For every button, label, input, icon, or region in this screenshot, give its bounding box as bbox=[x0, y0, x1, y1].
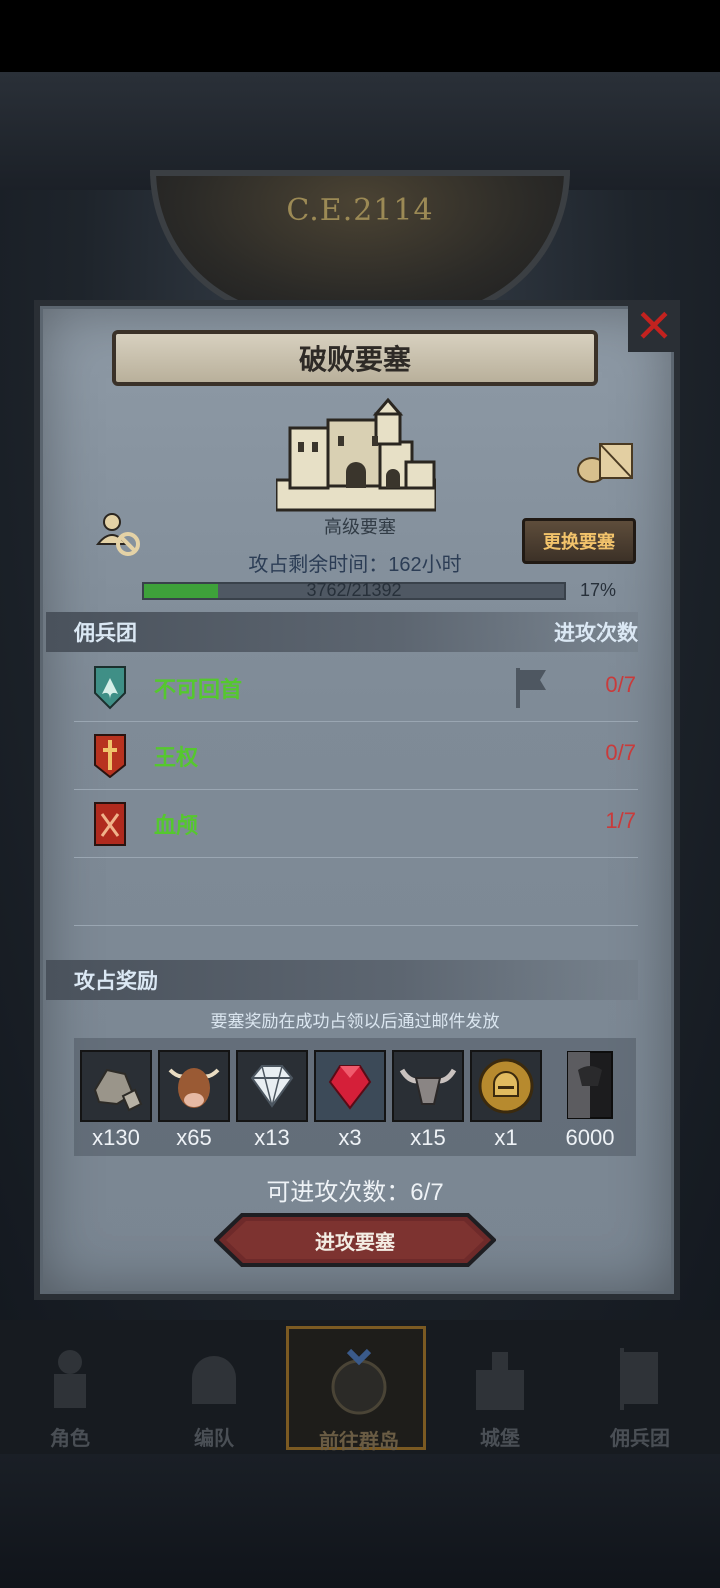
dialog-title: 破败要塞 bbox=[298, 344, 411, 375]
mercenary-row[interactable]: 王权 0/7 bbox=[74, 722, 638, 790]
nav-label: 城堡 bbox=[480, 1428, 520, 1450]
banner-icon bbox=[620, 1348, 658, 1410]
nav-label: 角色 bbox=[50, 1428, 90, 1450]
reward-quantity: x13 bbox=[254, 1125, 290, 1150]
fortress-icon bbox=[276, 397, 436, 512]
red-axes-banner-icon bbox=[94, 802, 126, 846]
bottom-background bbox=[0, 1454, 720, 1588]
reward-quantity: x3 bbox=[338, 1125, 362, 1150]
nav-item-formation[interactable]: 编队 bbox=[144, 1326, 284, 1450]
attack-count: 0/7 bbox=[605, 672, 636, 697]
reward-quantity: x15 bbox=[410, 1125, 446, 1150]
nav-item-mercenaries[interactable]: 佣兵团 bbox=[570, 1326, 710, 1450]
reward-quantity: x1 bbox=[494, 1125, 518, 1150]
helmet-icon bbox=[192, 1356, 236, 1404]
rewards-header-label: 攻占奖励 bbox=[74, 970, 158, 993]
reward-item[interactable] bbox=[314, 1050, 386, 1122]
progress-value: 3762/21392 bbox=[306, 580, 402, 600]
era-label: C.E.2114 bbox=[286, 193, 434, 228]
mercenary-name: 王权 bbox=[154, 745, 199, 770]
mercenary-row[interactable]: 不可回首 0/7 bbox=[74, 654, 638, 722]
mercenary-name: 不可回首 bbox=[154, 677, 243, 702]
supply-crates-icon[interactable] bbox=[576, 438, 636, 484]
close-icon: ✕ bbox=[634, 300, 674, 352]
attacks-left-label: 可进攻次数：6/7 bbox=[266, 1179, 444, 1206]
rewards-section-header: 攻占奖励 bbox=[46, 960, 638, 1000]
reward-item[interactable] bbox=[236, 1050, 308, 1122]
nav-item-islands[interactable]: 前往群岛 bbox=[286, 1326, 426, 1453]
reward-quantity: 6000 bbox=[565, 1125, 615, 1150]
nav-label: 前往群岛 bbox=[319, 1431, 399, 1453]
horned-skull-icon bbox=[399, 1068, 457, 1105]
attack-count: 0/7 bbox=[605, 740, 636, 765]
mercenary-header-label: 佣兵团 bbox=[74, 622, 137, 645]
mercenary-row[interactable]: 血颅 1/7 bbox=[74, 790, 638, 858]
empty-mercenary-row bbox=[74, 858, 638, 926]
nav-item-character[interactable]: 角色 bbox=[0, 1326, 140, 1450]
mercenary-section-header: 佣兵团 进攻次数 bbox=[46, 612, 638, 652]
teal-leaf-shield-icon bbox=[94, 666, 126, 710]
globe-icon bbox=[331, 1348, 387, 1415]
attack-fortress-label: 进攻要塞 bbox=[315, 1231, 395, 1254]
ruby-icon bbox=[328, 1065, 372, 1110]
red-sword-shield-icon bbox=[94, 734, 126, 778]
progress-percent: 17% bbox=[579, 580, 617, 600]
diamond-icon bbox=[250, 1065, 294, 1108]
attack-count: 1/7 bbox=[605, 808, 636, 833]
title-banner: 破败要塞 bbox=[112, 330, 598, 386]
knight-icon bbox=[54, 1350, 86, 1408]
nav-item-castle[interactable]: 城堡 bbox=[430, 1326, 570, 1450]
reward-item[interactable] bbox=[392, 1050, 464, 1122]
stone-ore-icon bbox=[93, 1068, 143, 1112]
close-button[interactable]: ✕ bbox=[628, 300, 680, 352]
nav-label: 编队 bbox=[194, 1428, 234, 1450]
reward-quantity: x65 bbox=[176, 1125, 212, 1150]
rewards-note: 要塞奖励在成功占领以后通过邮件发放 bbox=[210, 1012, 500, 1031]
reward-quantity: x130 bbox=[92, 1125, 140, 1150]
bull-head-icon bbox=[168, 1068, 220, 1108]
reward-item[interactable] bbox=[566, 1050, 638, 1125]
castle-icon bbox=[476, 1352, 524, 1410]
gold-helmet-coin-icon bbox=[478, 1058, 534, 1114]
time-left-label: 攻占剩余时间：162小时 bbox=[248, 554, 462, 576]
dark-banner-icon bbox=[567, 1051, 613, 1119]
status-bar bbox=[0, 0, 720, 72]
reward-item[interactable] bbox=[158, 1050, 230, 1122]
nav-label: 佣兵团 bbox=[610, 1428, 670, 1450]
reward-item[interactable] bbox=[470, 1050, 542, 1122]
mercenary-name: 血颅 bbox=[154, 813, 199, 838]
attack-count-header-label: 进攻次数 bbox=[554, 622, 638, 645]
flag-icon bbox=[516, 668, 546, 708]
reward-item[interactable] bbox=[80, 1050, 152, 1122]
